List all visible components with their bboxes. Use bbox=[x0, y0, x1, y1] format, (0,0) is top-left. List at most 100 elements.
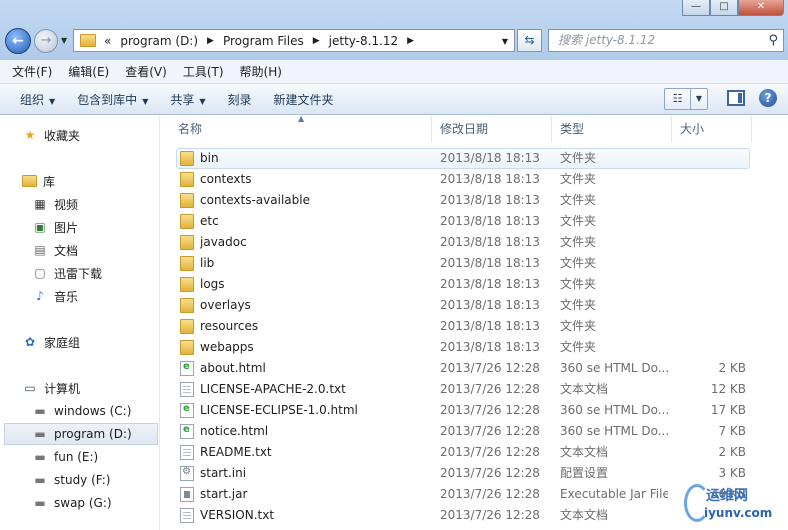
sidebar-item-label: fun (E:) bbox=[54, 450, 99, 464]
column-header-type[interactable]: 类型 bbox=[552, 116, 672, 142]
sidebar-item-label: 迅雷下载 bbox=[54, 266, 103, 281]
preview-pane-button[interactable] bbox=[727, 90, 745, 106]
recent-pages-dropdown[interactable]: ▼ bbox=[61, 36, 67, 45]
file-row[interactable]: etc 2013/8/18 18:13 文件夹 bbox=[178, 211, 752, 232]
sidebar-item-videos[interactable]: ▦ 视频 bbox=[32, 193, 78, 215]
sidebar-item-label: 图片 bbox=[54, 220, 79, 235]
column-header-name[interactable]: 名称 bbox=[170, 116, 432, 142]
file-date: 2013/7/26 12:28 bbox=[440, 403, 540, 417]
sidebar-item-homegroup[interactable]: ✿ 家庭组 bbox=[22, 331, 80, 353]
include-library-button[interactable]: 包含到库中 ▼ bbox=[69, 91, 156, 108]
folder-icon bbox=[180, 172, 194, 187]
file-row[interactable]: start.ini 2013/7/26 12:28 配置设置 3 KB bbox=[178, 463, 752, 484]
file-size: 7 KB bbox=[718, 424, 746, 438]
sidebar-item-drive-c[interactable]: ▬ windows (C:) bbox=[32, 400, 131, 422]
sidebar-item-label: 库 bbox=[43, 174, 56, 189]
forward-button[interactable]: → bbox=[34, 29, 58, 53]
file-row[interactable]: contexts-available 2013/8/18 18:13 文件夹 bbox=[178, 190, 752, 211]
details-view-icon[interactable]: ☷ bbox=[665, 89, 690, 109]
close-button[interactable]: ✕ bbox=[738, 0, 784, 16]
watermark-text: 运维网 bbox=[706, 488, 748, 504]
file-date: 2013/7/26 12:28 bbox=[440, 445, 540, 459]
back-button[interactable]: ← bbox=[5, 28, 31, 54]
new-folder-button[interactable]: 新建文件夹 bbox=[266, 91, 342, 108]
menu-file[interactable]: 文件(F) bbox=[4, 63, 60, 80]
file-row[interactable]: webapps 2013/8/18 18:13 文件夹 bbox=[178, 337, 752, 358]
menu-edit[interactable]: 编辑(E) bbox=[60, 63, 117, 80]
file-name: lib bbox=[200, 256, 215, 270]
breadcrumb-program-files[interactable]: Program Files bbox=[223, 34, 304, 48]
share-button[interactable]: 共享 ▼ bbox=[162, 91, 213, 108]
file-row[interactable]: overlays 2013/8/18 18:13 文件夹 bbox=[178, 295, 752, 316]
address-bar[interactable]: « program (D:) ▶ Program Files ▶ jetty-8… bbox=[73, 29, 515, 52]
chevron-down-icon[interactable]: ▼ bbox=[690, 89, 707, 109]
file-date: 2013/7/26 12:28 bbox=[440, 382, 540, 396]
column-header-date[interactable]: 修改日期 bbox=[432, 116, 552, 142]
file-type: 配置设置 bbox=[560, 466, 609, 480]
menu-help[interactable]: 帮助(H) bbox=[232, 63, 290, 80]
sidebar-item-drive-g[interactable]: ▬ swap (G:) bbox=[32, 492, 112, 514]
column-header-size[interactable]: 大小 bbox=[672, 116, 752, 142]
menu-view[interactable]: 查看(V) bbox=[117, 63, 175, 80]
sidebar-item-libraries[interactable]: 库 bbox=[22, 170, 55, 192]
file-row[interactable]: about.html 2013/7/26 12:28 360 se HTML Do.… bbox=[178, 358, 752, 379]
file-row[interactable]: resources 2013/8/18 18:13 文件夹 bbox=[178, 316, 752, 337]
menu-tools[interactable]: 工具(T) bbox=[175, 63, 232, 80]
file-row[interactable]: logs 2013/8/18 18:13 文件夹 bbox=[178, 274, 752, 295]
chevron-down-icon[interactable]: ▼ bbox=[502, 37, 508, 46]
sidebar-item-computer[interactable]: ▭ 计算机 bbox=[22, 377, 80, 399]
sidebar-item-favorites[interactable]: ★ 收藏夹 bbox=[22, 124, 80, 146]
file-row[interactable]: README.txt 2013/7/26 12:28 文本文档 2 KB bbox=[178, 442, 752, 463]
file-date: 2013/8/18 18:13 bbox=[440, 277, 540, 291]
folder-icon bbox=[180, 298, 194, 313]
burn-button[interactable]: 刻录 bbox=[220, 91, 260, 108]
sidebar-item-drive-f[interactable]: ▬ study (F:) bbox=[32, 469, 110, 491]
breadcrumb-overflow[interactable]: « bbox=[104, 34, 111, 48]
maximize-button[interactable]: □ bbox=[710, 0, 738, 16]
file-row[interactable]: bin 2013/8/18 18:13 文件夹 bbox=[178, 148, 752, 169]
file-row[interactable]: start.jar 2013/7/26 12:28 Executable Jar F… bbox=[178, 484, 752, 505]
sidebar-item-label: 文档 bbox=[54, 243, 79, 258]
file-name: start.ini bbox=[200, 466, 247, 480]
file-row[interactable]: notice.html 2013/7/26 12:28 360 se HTML Do… bbox=[178, 421, 752, 442]
file-name: overlays bbox=[200, 298, 251, 312]
file-row[interactable]: javadoc 2013/8/18 18:13 文件夹 bbox=[178, 232, 752, 253]
file-type: Executable Jar File bbox=[560, 487, 668, 501]
help-button[interactable]: ? bbox=[759, 89, 777, 107]
sidebar-item-drive-d[interactable]: ▬ program (D:) bbox=[4, 423, 158, 445]
file-row[interactable]: VERSION.txt 2013/7/26 12:28 文本文档 bbox=[178, 505, 752, 526]
settings-file-icon bbox=[180, 466, 194, 481]
file-date: 2013/7/26 12:28 bbox=[440, 487, 540, 501]
chevron-right-icon[interactable]: ▶ bbox=[313, 36, 320, 46]
chevron-right-icon[interactable]: ▶ bbox=[207, 36, 214, 46]
sidebar-item-thunder[interactable]: ▢ 迅雷下载 bbox=[32, 262, 102, 284]
sidebar-item-label: 音乐 bbox=[54, 289, 79, 304]
search-input[interactable]: 搜索 jetty-8.1.12 ⚲ bbox=[548, 29, 784, 52]
organize-button[interactable]: 组织 ▼ bbox=[12, 91, 63, 108]
sidebar-item-label: swap (G:) bbox=[54, 496, 112, 510]
file-name: logs bbox=[200, 277, 225, 291]
organize-label: 组织 bbox=[20, 92, 45, 107]
file-row[interactable]: lib 2013/8/18 18:13 文件夹 bbox=[178, 253, 752, 274]
breadcrumb-drive[interactable]: program (D:) bbox=[120, 34, 198, 48]
file-type: 文本文档 bbox=[560, 445, 609, 459]
chevron-right-icon[interactable]: ▶ bbox=[407, 36, 414, 46]
sidebar-item-documents[interactable]: ▤ 文档 bbox=[32, 239, 78, 261]
sidebar-item-pictures[interactable]: ▣ 图片 bbox=[32, 216, 78, 238]
file-date: 2013/8/18 18:13 bbox=[440, 151, 540, 165]
refresh-button[interactable]: ⇆ bbox=[517, 29, 542, 52]
file-row[interactable]: contexts 2013/8/18 18:13 文件夹 bbox=[178, 169, 752, 190]
breadcrumb-jetty[interactable]: jetty-8.1.12 bbox=[329, 34, 399, 48]
file-row[interactable]: LICENSE-ECLIPSE-1.0.html 2013/7/26 12:28 3… bbox=[178, 400, 752, 421]
file-type: 360 se HTML Do... bbox=[560, 424, 668, 438]
navigation-pane: ★ 收藏夹 库 ▦ 视频 ▣ 图片 ▤ 文档 ▢ 迅雷下载 ♪ 音乐 ✿ 家庭组… bbox=[0, 116, 160, 530]
search-icon[interactable]: ⚲ bbox=[768, 30, 778, 51]
file-row[interactable]: LICENSE-APACHE-2.0.txt 2013/7/26 12:28 文本文… bbox=[178, 379, 752, 400]
file-type: 文件夹 bbox=[560, 172, 597, 186]
minimize-button[interactable]: — bbox=[682, 0, 710, 16]
sidebar-item-label: 家庭组 bbox=[44, 335, 81, 350]
view-options[interactable]: ☷ ▼ bbox=[664, 88, 708, 110]
sidebar-item-drive-e[interactable]: ▬ fun (E:) bbox=[32, 446, 98, 468]
file-date: 2013/8/18 18:13 bbox=[440, 256, 540, 270]
sidebar-item-music[interactable]: ♪ 音乐 bbox=[32, 285, 78, 307]
